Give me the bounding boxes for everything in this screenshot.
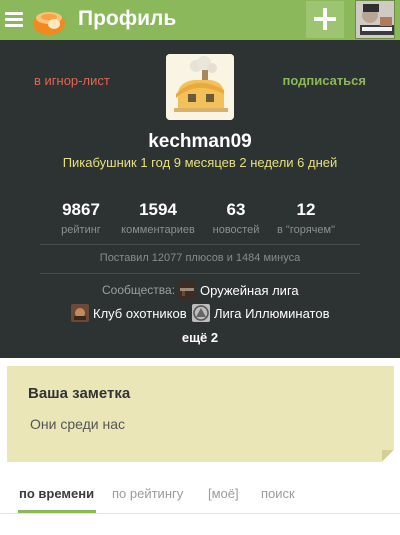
user-avatar-button[interactable] [355, 0, 395, 39]
tab-mine[interactable]: [моё] [208, 486, 239, 501]
more-communities-link[interactable]: ещё 2 [0, 330, 400, 345]
profile-stats: 9867 рейтинг 1594 комментариев 63 новост… [40, 200, 360, 240]
community-name: Лига Иллюминатов [214, 305, 330, 321]
divider [40, 244, 360, 245]
stat-comments[interactable]: 1594 комментариев [118, 200, 198, 238]
membership-duration: Пикабушник 1 год 9 месяцев 2 недели 6 дн… [62, 155, 338, 170]
stat-hot[interactable]: 12 в "горячем" [272, 200, 340, 238]
note-text: Они среди нас [30, 416, 125, 432]
community-link[interactable]: Оружейная лига [178, 281, 299, 299]
illuminati-league-icon [192, 304, 210, 322]
stat-rating: 9867 рейтинг [48, 200, 114, 238]
pikabu-logo-icon[interactable] [30, 2, 68, 38]
stat-label: комментариев [121, 224, 195, 236]
posts-sort-tabs: по времени по рейтингу [моё] поиск [0, 478, 400, 514]
active-tab-indicator [18, 510, 96, 513]
user-note[interactable]: Ваша заметка Они среди нас [7, 366, 394, 462]
top-bar: Профиль [0, 0, 400, 40]
page-title: Профиль [78, 7, 177, 30]
note-fold-corner [382, 450, 394, 462]
gun-league-icon [178, 281, 196, 299]
community-link[interactable]: Клуб охотников [71, 304, 187, 322]
stat-label: в "горячем" [277, 224, 335, 236]
stat-label: новостей [212, 224, 260, 236]
community-name: Клуб охотников [93, 305, 187, 321]
stat-value: 12 [296, 200, 316, 219]
profile-card: в игнор-лист подписаться kechman09 Пикаб… [0, 40, 400, 358]
community-name: Оружейная лига [200, 282, 299, 298]
hunters-club-icon [71, 304, 89, 322]
ignore-list-link[interactable]: в игнор-лист [34, 73, 110, 88]
stat-value: 9867 [62, 200, 100, 219]
profile-avatar [166, 54, 234, 120]
add-post-button[interactable] [306, 1, 344, 38]
stat-value: 1594 [139, 200, 177, 219]
votes-summary: Поставил 12077 плюсов и 1484 минуса [99, 252, 301, 264]
username: kechman09 [148, 131, 252, 152]
subscribe-link[interactable]: подписаться [282, 73, 366, 88]
note-title: Ваша заметка [28, 385, 131, 402]
stat-value: 63 [226, 200, 246, 219]
hamburger-menu-icon[interactable] [5, 12, 23, 28]
stat-posts[interactable]: 63 новостей [206, 200, 266, 238]
tab-by-rating[interactable]: по рейтингу [112, 486, 183, 501]
divider [40, 273, 360, 274]
community-link[interactable]: Лига Иллюминатов [192, 304, 329, 322]
tab-by-time[interactable]: по времени [19, 486, 94, 501]
communities-label: Сообщества: [102, 283, 176, 297]
tab-search[interactable]: поиск [261, 486, 295, 501]
stat-label: рейтинг [61, 224, 101, 236]
